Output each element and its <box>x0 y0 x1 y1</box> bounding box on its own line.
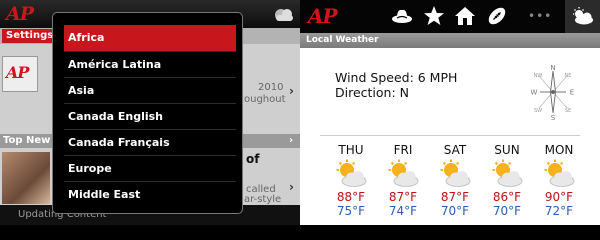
region-option-europe[interactable]: Europe <box>64 155 236 181</box>
high-temp: 87°F <box>388 190 418 204</box>
forecast-day-sun[interactable]: SUN 86°F 70°F <box>482 143 532 218</box>
sun-cloud-icon <box>440 159 471 187</box>
football-icon[interactable] <box>485 4 509 28</box>
forecast-day-mon[interactable]: MON 90°F 72°F <box>534 143 584 218</box>
chevron-right-icon[interactable]: › <box>289 135 293 146</box>
wind-speed-text: Wind Speed: 6 MPH <box>335 70 458 85</box>
day-label: SAT <box>443 143 467 157</box>
region-option-canada-francais[interactable]: Canada Français <box>64 129 236 155</box>
weather-icon[interactable] <box>272 6 296 22</box>
weather-tab[interactable] <box>565 0 600 33</box>
forecast-day-thu[interactable]: THU 88°F 75°F <box>326 143 376 218</box>
high-temp: 86°F <box>492 190 522 204</box>
divider <box>320 135 580 136</box>
compass-label-s: S <box>551 114 556 121</box>
ap-weather-screen: AP ••• Local Weather Wind Speed: 6 MPH D… <box>300 0 600 225</box>
chevron-right-icon[interactable]: › <box>289 84 294 98</box>
home-icon[interactable] <box>453 4 477 28</box>
sun-cloud-icon <box>544 159 575 187</box>
compass-label-se: SE <box>565 108 571 114</box>
compass-label-e: E <box>570 89 574 97</box>
chevron-right-icon[interactable]: › <box>289 180 294 194</box>
compass-label-nw: NW <box>534 73 543 79</box>
low-temp: 75°F <box>336 204 366 218</box>
article-snippet: oughout <box>244 94 286 105</box>
compass-label-w: W <box>531 89 538 97</box>
sun-cloud-icon <box>336 159 367 187</box>
right-top-bar: AP ••• <box>300 0 600 33</box>
ap-thumbnail: AP <box>2 56 38 92</box>
tab-settings[interactable]: Settings <box>2 29 58 43</box>
sun-cloud-icon <box>388 159 419 187</box>
day-label: THU <box>338 143 364 157</box>
ap-logo[interactable]: AP <box>6 3 34 25</box>
low-temp: 74°F <box>388 204 418 218</box>
region-option-america-latina[interactable]: América Latina <box>64 51 236 77</box>
ap-news-app-screen: AP Settings AP 2010 oughout › Top New › … <box>0 0 300 225</box>
region-dropdown-menu: Africa América Latina Asia Canada Englis… <box>52 12 243 214</box>
day-label: MON <box>544 143 574 157</box>
news-thumbnail[interactable] <box>2 152 50 204</box>
article-headline[interactable]: of <box>246 152 259 166</box>
article-snippet: 2010 <box>258 82 284 93</box>
wind-direction-text: Direction: N <box>335 85 410 100</box>
compass-label-n: N <box>550 64 555 72</box>
more-dots-icon[interactable]: ••• <box>528 9 552 23</box>
forecast-day-fri[interactable]: FRI 87°F 74°F <box>378 143 428 218</box>
wind-info: Wind Speed: 6 MPH Direction: N <box>335 70 457 100</box>
low-temp: 70°F <box>492 204 522 218</box>
day-label: SUN <box>494 143 520 157</box>
cowboy-hat-icon[interactable] <box>390 4 414 28</box>
low-temp: 72°F <box>544 204 574 218</box>
high-temp: 87°F <box>440 190 470 204</box>
day-label: FRI <box>393 143 413 157</box>
region-option-africa[interactable]: Africa <box>64 25 236 51</box>
high-temp: 88°F <box>336 190 366 204</box>
compass-label-sw: SW <box>534 108 542 114</box>
sun-cloud-icon <box>492 159 523 187</box>
article-snippet: ar-style <box>244 194 282 205</box>
region-option-asia[interactable]: Asia <box>64 77 236 103</box>
compass-label-ne: NE <box>565 73 572 79</box>
high-temp: 90°F <box>544 190 574 204</box>
ap-logo[interactable]: AP <box>308 4 338 28</box>
ap-logo-small: AP <box>6 63 29 82</box>
star-icon[interactable] <box>422 4 446 28</box>
region-option-middle-east[interactable]: Middle East <box>64 181 236 207</box>
region-option-canada-english[interactable]: Canada English <box>64 103 236 129</box>
low-temp: 70°F <box>440 204 470 218</box>
section-title-local-weather: Local Weather <box>300 33 600 48</box>
compass-icon: N S W E NW NE SW SE <box>531 64 575 121</box>
weather-icon <box>573 7 593 25</box>
forecast-day-sat[interactable]: SAT 87°F 70°F <box>430 143 480 218</box>
